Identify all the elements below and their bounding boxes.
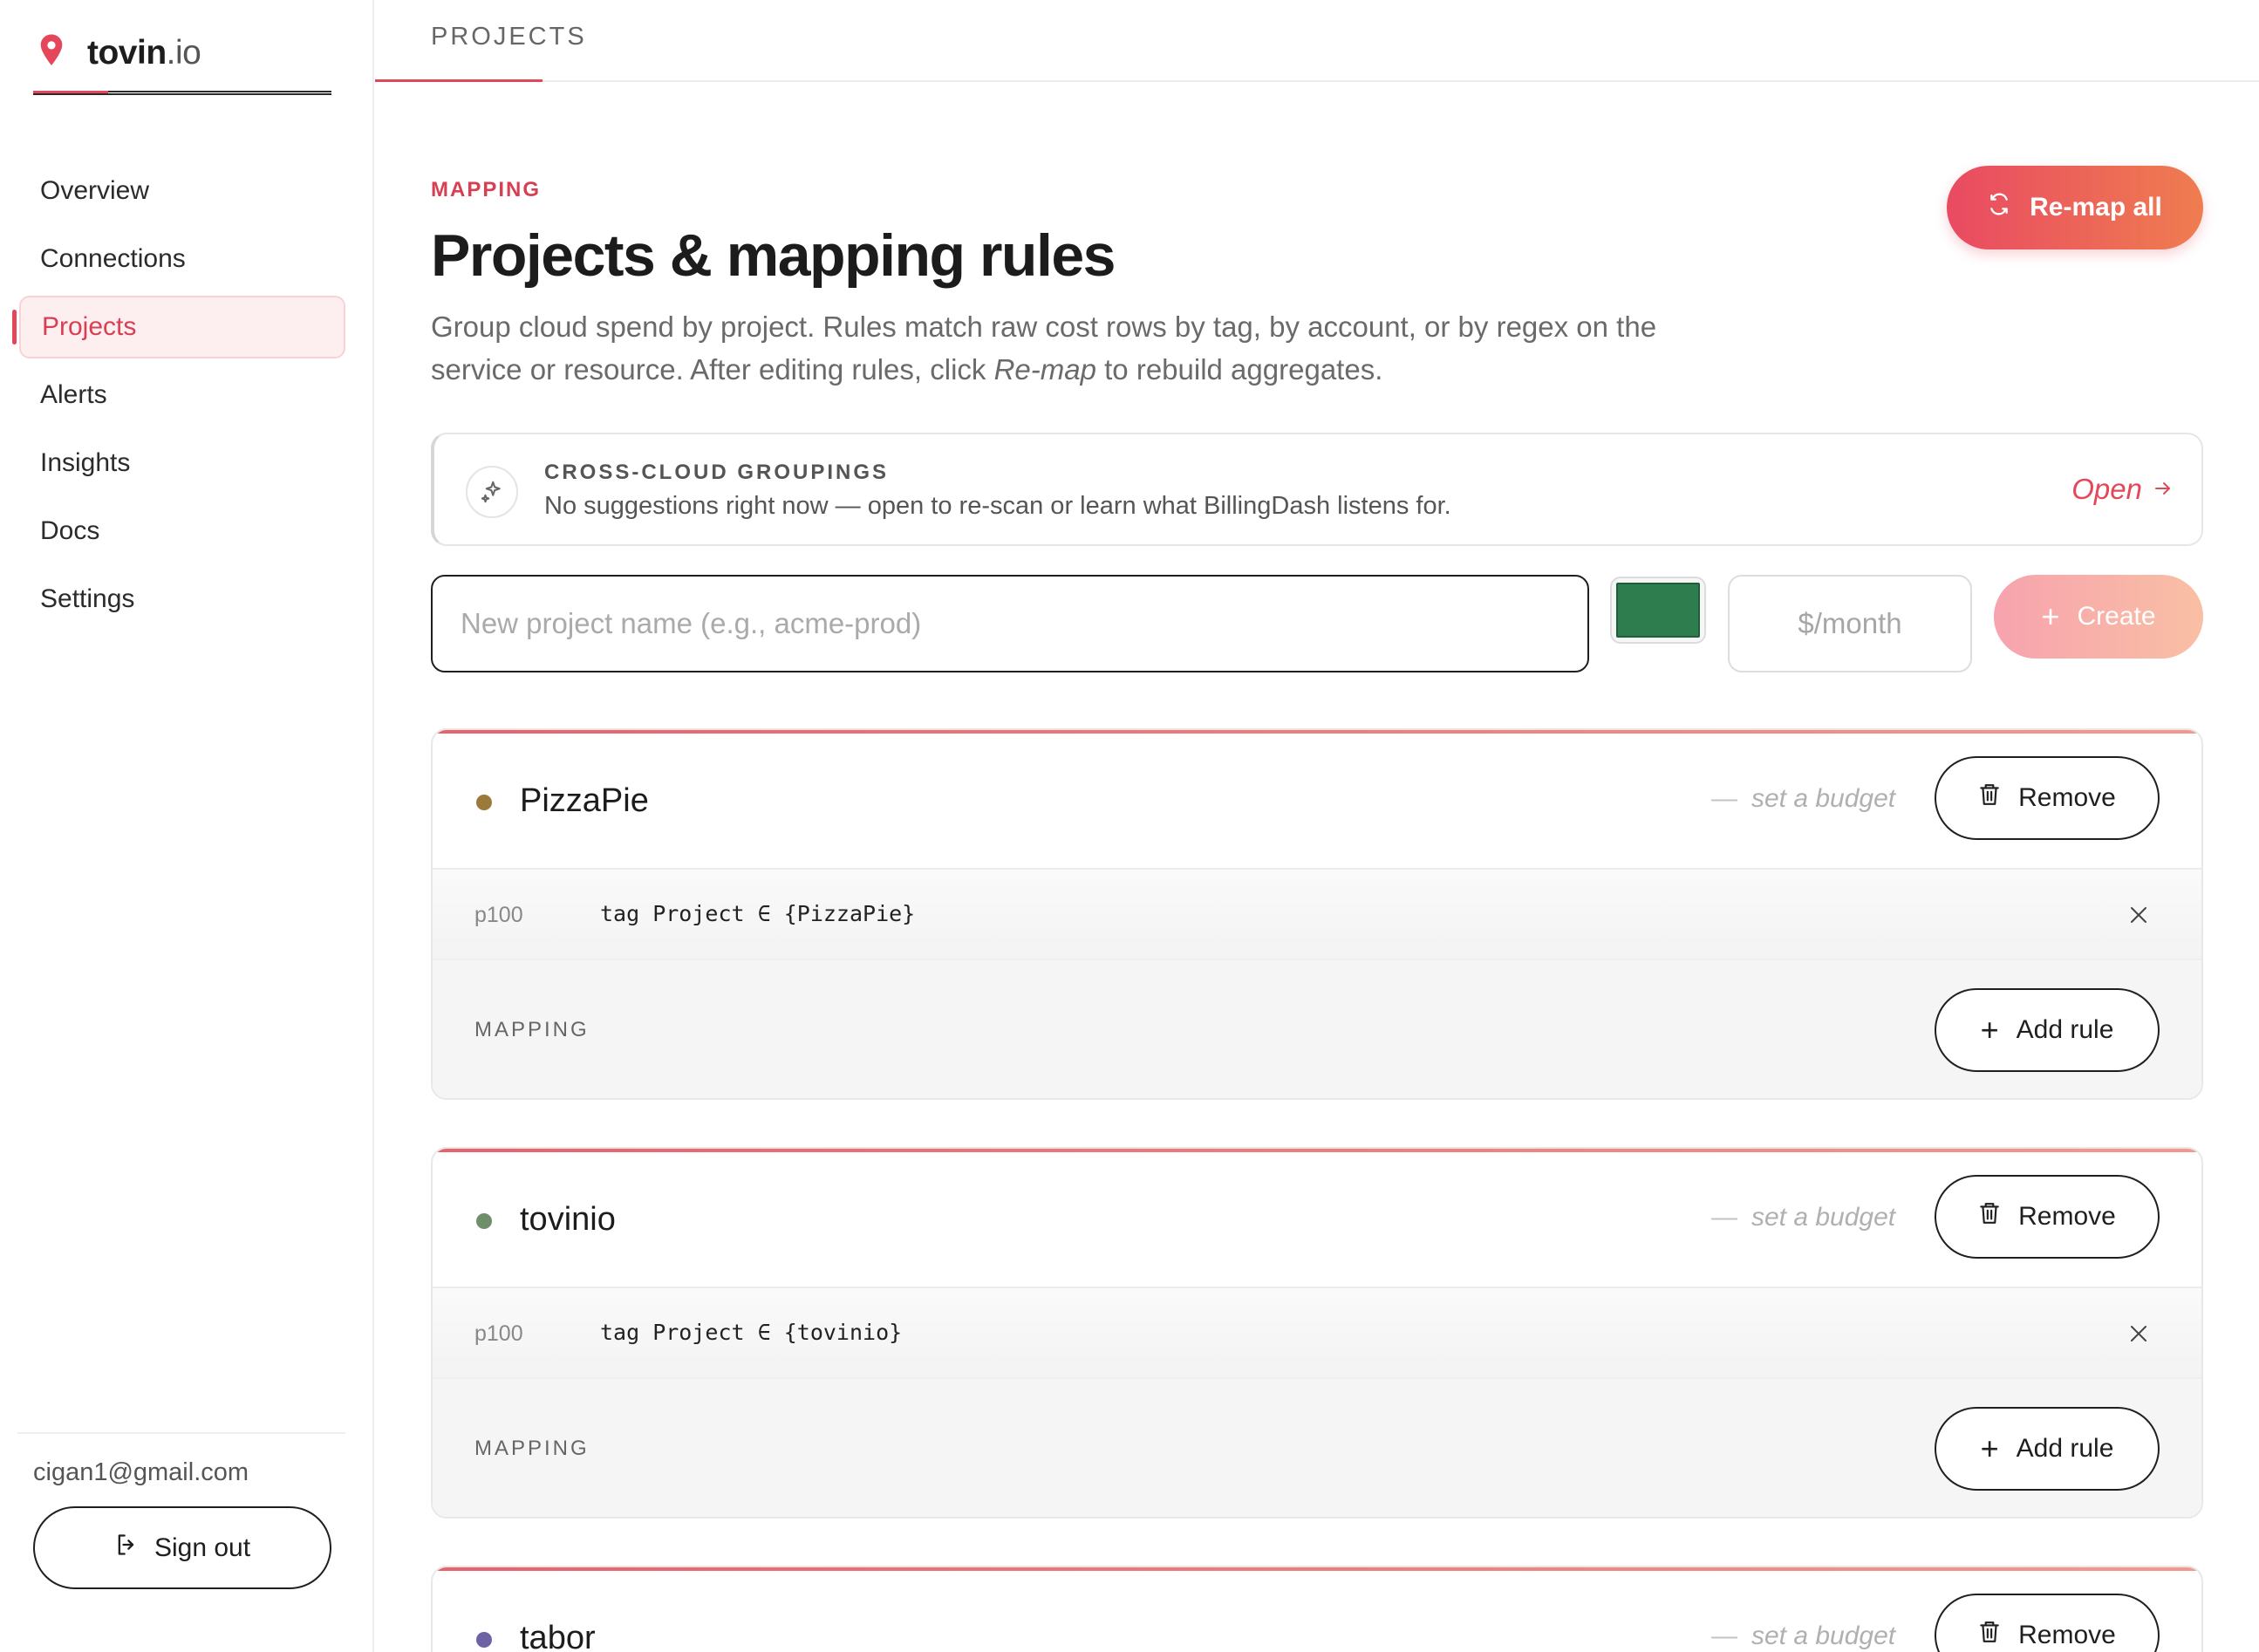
page-title: Projects & mapping rules [431,222,1116,289]
mapping-label: MAPPING [474,1018,590,1041]
brand-logo[interactable]: tovin.io [35,33,201,72]
set-budget-link[interactable]: — set a budget [1711,784,1895,814]
suggestions-open-link[interactable]: Open [2071,473,2174,506]
sign-out-label: Sign out [154,1533,251,1562]
sidebar-item-insights[interactable]: Insights [19,432,345,495]
set-budget-link[interactable]: — set a budget [1711,1621,1895,1651]
monthly-budget-input[interactable] [1728,575,1972,672]
sidebar-item-docs[interactable]: Docs [19,500,345,563]
project-card: tabor — set a budget Remove [431,1566,2203,1652]
sidebar-item-alerts[interactable]: Alerts [19,364,345,427]
add-rule-label: Add rule [2016,1434,2114,1463]
project-color-dot [476,1213,492,1229]
trash-icon [1978,782,2018,814]
mapping-label: MAPPING [474,1437,590,1460]
sidebar-item-connections[interactable]: Connections [19,228,345,290]
brand-divider [33,91,331,95]
project-name: tovinio [520,1201,616,1238]
remove-label: Remove [2018,1202,2116,1231]
project-name: PizzaPie [520,782,649,819]
sparkle-icon [466,466,518,518]
arrow-right-icon [2142,473,2174,506]
close-icon[interactable] [2128,1323,2149,1344]
trash-icon [1978,1620,2018,1651]
suggestions-text: No suggestions right now — open to re-sc… [544,492,1451,520]
project-card-header: tabor — set a budget Remove [433,1567,2201,1652]
mapping-footer: MAPPING + Add rule [433,960,2201,1098]
refresh-icon [1988,193,2030,222]
project-card-header: PizzaPie — set a budget Remove [433,730,2201,870]
cross-cloud-suggestions: CROSS-CLOUD GROUPINGS No suggestions rig… [431,433,2203,546]
sidebar: tovin.io Overview Connections Projects A… [0,0,374,1652]
close-icon[interactable] [2128,905,2149,925]
sidebar-item-label: Settings [40,584,135,613]
add-rule-button[interactable]: + Add rule [1935,1407,2160,1491]
remove-project-button[interactable]: Remove [1935,1594,2160,1652]
project-color-dot [476,795,492,810]
create-label: Create [2077,602,2156,631]
sidebar-item-label: Alerts [40,380,107,409]
sidebar-nav: Overview Connections Projects Alerts Ins… [12,160,345,636]
sidebar-item-overview[interactable]: Overview [19,160,345,222]
brand-name: tovin.io [87,33,201,72]
breadcrumb: PROJECTS [431,23,587,51]
create-project-button[interactable]: + Create [1994,575,2203,659]
project-card: tovinio — set a budget Remove p100 tag Pr… [431,1147,2203,1519]
remap-all-button[interactable]: Re-map all [1947,166,2203,249]
sidebar-item-label: Projects [42,312,137,341]
map-pin-icon [35,33,68,72]
rule-expression: tag Project ∈ {PizzaPie} [600,901,916,926]
new-project-name-input[interactable] [431,575,1589,672]
project-name: tabor [520,1620,596,1652]
suggestions-title: CROSS-CLOUD GROUPINGS [544,461,890,484]
project-card-header: tovinio — set a budget Remove [433,1149,2201,1288]
rule-expression: tag Project ∈ {tovinio} [600,1320,903,1345]
project-color-picker[interactable] [1610,577,1706,644]
breadcrumb-underline [375,79,543,82]
open-label: Open [2071,473,2142,505]
remove-project-button[interactable]: Remove [1935,756,2160,840]
sign-out-icon [114,1533,154,1564]
sidebar-item-settings[interactable]: Settings [19,568,345,631]
rule-priority: p100 [474,903,523,927]
section-eyebrow: MAPPING [431,178,542,201]
mapping-rule-row: p100 tag Project ∈ {PizzaPie} [433,870,2201,960]
set-budget-link[interactable]: — set a budget [1711,1203,1895,1232]
add-rule-button[interactable]: + Add rule [1935,988,2160,1072]
plus-icon: + [1980,1430,1999,1466]
sidebar-divider [17,1432,345,1434]
color-swatch [1616,583,1700,638]
sidebar-item-label: Overview [40,176,150,205]
sidebar-item-projects[interactable]: Projects [12,296,345,358]
sidebar-item-label: Insights [40,448,131,477]
remove-label: Remove [2018,1621,2116,1649]
page-description: Group cloud spend by project. Rules matc… [431,311,1657,386]
remap-all-label: Re-map all [2030,193,2162,222]
mapping-footer: MAPPING + Add rule [433,1379,2201,1517]
sidebar-item-label: Connections [40,244,186,273]
trash-icon [1978,1201,2018,1232]
sidebar-item-label: Docs [40,516,100,545]
project-card: PizzaPie — set a budget Remove p100 tag P… [431,728,2203,1100]
remove-project-button[interactable]: Remove [1935,1175,2160,1259]
plus-icon: + [1980,1012,1999,1048]
user-email: cigan1@gmail.com [33,1458,249,1486]
project-color-dot [476,1632,492,1648]
sign-out-button[interactable]: Sign out [33,1506,331,1589]
add-rule-label: Add rule [2016,1015,2114,1044]
top-bar: PROJECTS [375,0,2259,82]
plus-icon: + [2041,598,2060,634]
mapping-rule-row: p100 tag Project ∈ {tovinio} [433,1288,2201,1379]
rule-priority: p100 [474,1321,523,1346]
remove-label: Remove [2018,783,2116,812]
